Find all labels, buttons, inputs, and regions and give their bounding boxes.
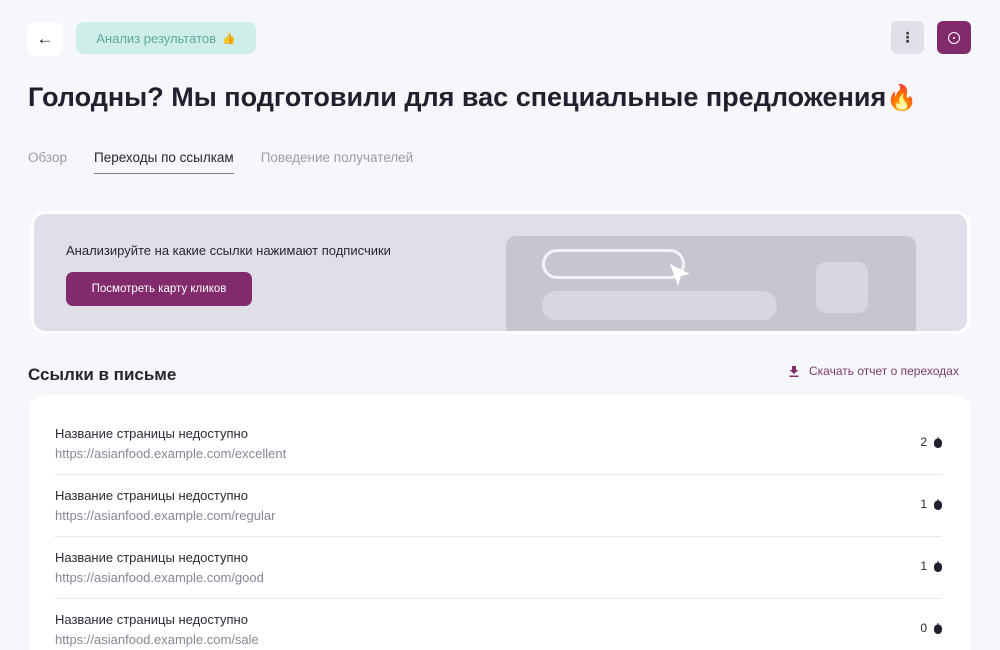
status-badge: Анализ результатов 👍 (76, 22, 256, 54)
page-title: Голодны? Мы подготовили для вас специаль… (28, 82, 917, 113)
links-section-title: Ссылки в письме (28, 365, 177, 384)
illustration-text-bar (542, 291, 777, 320)
click-count-value: 1 (920, 497, 927, 511)
page-title-text: Голодны? Мы подготовили для вас специаль… (28, 82, 887, 112)
list-item[interactable]: Название страницы недоступно https://asi… (55, 599, 942, 650)
thumbs-up-icon: 👍 (222, 32, 236, 45)
tab-bar: Обзор Переходы по ссылкам Поведение полу… (28, 150, 440, 174)
download-report-label: Скачать отчет о переходах (809, 364, 959, 378)
click-map-promo: Анализируйте на какие ссылки нажимают по… (31, 211, 970, 334)
click-count: 1 (920, 497, 942, 511)
promo-illustration (506, 236, 916, 331)
download-icon (789, 365, 799, 377)
links-list: Название страницы недоступно https://asi… (30, 395, 970, 650)
mouse-icon (934, 498, 942, 510)
mouse-icon (934, 560, 942, 572)
list-item[interactable]: Название страницы недоступно https://asi… (55, 475, 942, 537)
click-count-value: 2 (920, 435, 927, 449)
click-count: 1 (920, 559, 942, 573)
link-url: https://asianfood.example.com/excellent (55, 446, 287, 461)
tab-overview[interactable]: Обзор (28, 150, 67, 174)
click-count-value: 0 (920, 621, 927, 635)
cursor-icon (670, 264, 690, 286)
click-count-value: 1 (920, 559, 927, 573)
badge-label: Анализ результатов (96, 30, 217, 46)
arrow-left-icon: ← (36, 29, 54, 48)
illustration-link-pill (542, 249, 685, 279)
illustration-image-block (816, 262, 868, 313)
link-url: https://asianfood.example.com/good (55, 570, 264, 585)
info-circle-icon (948, 31, 960, 44)
link-title: Название страницы недоступно (55, 550, 248, 565)
info-button[interactable] (937, 21, 971, 54)
view-click-map-button[interactable]: Посмотреть карту кликов (66, 272, 252, 306)
link-title: Название страницы недоступно (55, 426, 248, 441)
link-url: https://asianfood.example.com/sale (55, 632, 259, 647)
list-item[interactable]: Название страницы недоступно https://asi… (55, 537, 942, 599)
back-button[interactable]: ← (27, 22, 63, 56)
mouse-icon (934, 436, 942, 448)
download-report-link[interactable]: Скачать отчет о переходах (789, 364, 959, 378)
tab-link-clicks[interactable]: Переходы по ссылкам (94, 150, 234, 174)
list-item[interactable]: Название страницы недоступно https://asi… (55, 413, 942, 475)
click-count: 2 (920, 435, 942, 449)
click-count: 0 (920, 621, 942, 635)
mouse-icon (934, 622, 942, 634)
fire-icon: 🔥 (886, 84, 918, 112)
link-title: Название страницы недоступно (55, 612, 248, 627)
link-title: Название страницы недоступно (55, 488, 248, 503)
more-options-button[interactable]: ⋮ (891, 21, 924, 54)
link-url: https://asianfood.example.com/regular (55, 508, 276, 523)
promo-text: Анализируйте на какие ссылки нажимают по… (66, 243, 391, 258)
tab-recipient-behavior[interactable]: Поведение получателей (261, 150, 414, 174)
more-vertical-icon: ⋮ (900, 29, 915, 45)
